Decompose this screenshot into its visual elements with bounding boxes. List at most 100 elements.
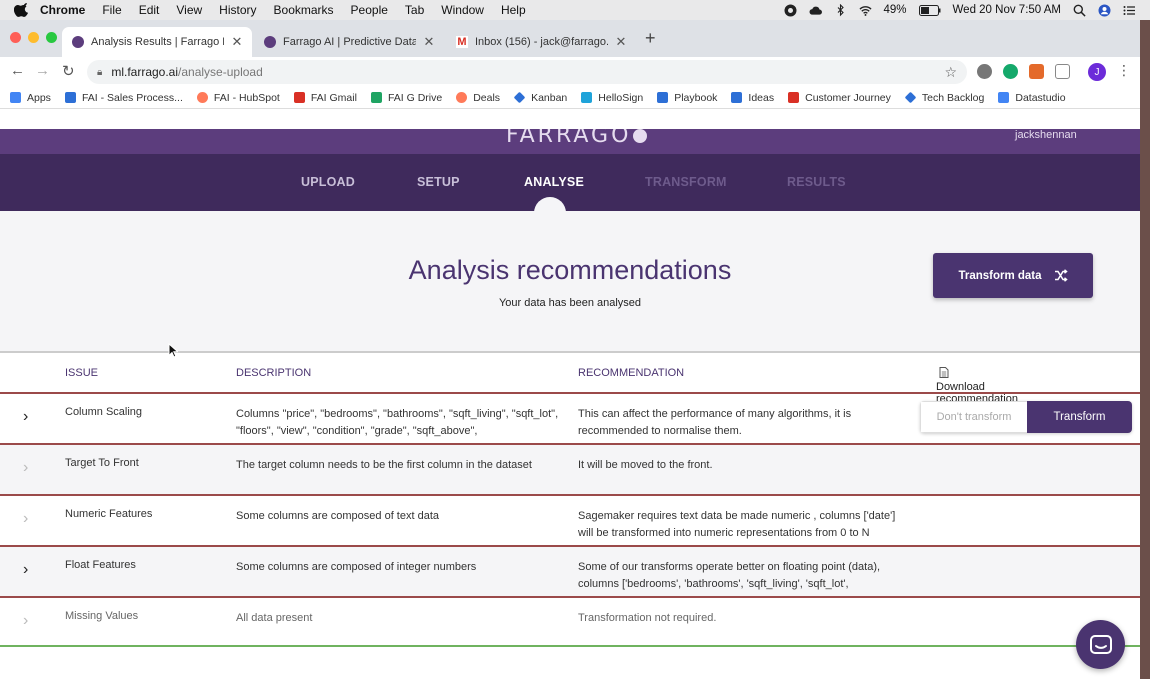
new-tab-icon[interactable]: + — [645, 28, 656, 49]
table-row[interactable]: › Float Features Some columns are compos… — [0, 545, 1140, 596]
bookmark-gmail[interactable]: FAI Gmail — [293, 92, 357, 104]
notification-center-icon[interactable] — [1123, 4, 1136, 17]
menu-window[interactable]: Window — [441, 3, 484, 17]
table-row[interactable]: › Numeric Features Some columns are comp… — [0, 494, 1140, 545]
close-tab-icon[interactable]: ✕ — [230, 34, 244, 50]
description-cell: The target column needs to be the first … — [236, 459, 532, 471]
logo-text: FARRAGO — [506, 129, 632, 148]
macos-menu-bar: Chrome File Edit View History Bookmarks … — [0, 0, 1150, 20]
transform-button[interactable]: Transform — [1027, 401, 1132, 433]
apps-grid-icon — [10, 92, 21, 103]
step-results: RESULTS — [787, 175, 846, 189]
bookmark-kanban[interactable]: Kanban — [513, 92, 567, 104]
issue-cell: Numeric Features — [65, 508, 153, 520]
menu-help[interactable]: Help — [501, 3, 526, 17]
expand-chevron-icon[interactable]: › — [23, 459, 28, 477]
record-icon[interactable] — [784, 4, 797, 17]
table-row[interactable]: › Missing Values All data present Transf… — [0, 596, 1140, 647]
lock-icon[interactable]: 🔒︎ — [97, 67, 102, 78]
recommendation-cell: It will be moved to the front. — [578, 459, 713, 471]
bookmark-hellosign[interactable]: HelloSign — [581, 92, 643, 104]
close-window-button[interactable] — [10, 32, 21, 43]
column-header-description: DESCRIPTION — [236, 367, 312, 379]
chat-launcher-button[interactable] — [1076, 620, 1125, 669]
table-row[interactable]: › Column Scaling Columns "price", "bedro… — [0, 392, 1140, 443]
menu-file[interactable]: File — [102, 3, 121, 17]
extension-hubspot-icon[interactable] — [1029, 64, 1044, 79]
step-analyse[interactable]: ANALYSE — [524, 175, 584, 189]
expand-chevron-icon[interactable]: › — [23, 510, 28, 528]
bluetooth-icon[interactable] — [834, 3, 847, 17]
shuffle-icon — [1054, 269, 1068, 282]
url-path: /analyse-upload — [178, 65, 263, 79]
close-tab-icon[interactable]: ✕ — [422, 34, 436, 50]
reload-icon[interactable]: ↻ — [62, 62, 75, 80]
wifi-icon[interactable] — [858, 4, 872, 17]
menu-tab[interactable]: Tab — [405, 3, 424, 17]
table-row[interactable]: › Target To Front The target column need… — [0, 443, 1140, 494]
apple-icon[interactable] — [14, 3, 28, 17]
bookmark-tech-backlog[interactable]: Tech Backlog — [904, 92, 984, 104]
more-menu-icon[interactable]: ⋮ — [1117, 62, 1131, 79]
bookmark-deals[interactable]: Deals — [456, 92, 500, 104]
menu-history[interactable]: History — [219, 3, 256, 17]
bookmark-datastudio[interactable]: Datastudio — [998, 92, 1066, 104]
menu-bookmarks[interactable]: Bookmarks — [274, 3, 334, 17]
farrago-logo[interactable]: FARRAGO — [506, 129, 648, 148]
clock[interactable]: Wed 20 Nov 7:50 AM — [953, 4, 1061, 16]
forward-arrow-icon[interactable]: → — [35, 62, 50, 79]
tab-gmail-inbox[interactable]: M Inbox (156) - jack@farrago.ai - F ✕ — [446, 27, 636, 57]
logo-mark-icon — [633, 129, 648, 143]
user-name[interactable]: jackshennan — [1015, 129, 1077, 141]
expand-chevron-icon[interactable]: › — [23, 561, 28, 579]
workflow-steps: UPLOAD SETUP ANALYSE TRANSFORM RESULTS — [0, 154, 1140, 229]
column-header-issue: ISSUE — [65, 367, 99, 379]
menu-edit[interactable]: Edit — [139, 3, 160, 17]
bookmark-sales-process[interactable]: FAI - Sales Process... — [64, 92, 183, 104]
user-account-icon[interactable] — [1098, 4, 1111, 17]
bookmark-ideas[interactable]: Ideas — [731, 92, 774, 104]
browser-toolbar: ← → ↻ 🔒︎ ml.farrago.ai/analyse-upload ☆ … — [0, 57, 1140, 87]
bookmark-star-icon[interactable]: ☆ — [944, 64, 957, 81]
bookmark-playbook[interactable]: Playbook — [657, 92, 717, 104]
tab-analysis-results[interactable]: Analysis Results | Farrago ML ✕ — [62, 27, 252, 57]
bookmark-customer-journey[interactable]: Customer Journey — [788, 92, 891, 104]
menu-app-name[interactable]: Chrome — [40, 3, 85, 17]
battery-icon[interactable] — [918, 4, 941, 16]
issue-cell: Target To Front — [65, 457, 139, 469]
gmail-icon — [293, 92, 305, 103]
document-icon — [939, 367, 949, 378]
bookmark-gdrive[interactable]: FAI G Drive — [370, 92, 442, 104]
farrago-favicon-icon — [264, 36, 276, 48]
extension-shield-icon[interactable] — [1055, 64, 1070, 79]
menu-view[interactable]: View — [176, 3, 202, 17]
close-tab-icon[interactable]: ✕ — [614, 34, 628, 50]
zoom-window-button[interactable] — [46, 32, 57, 43]
step-upload[interactable]: UPLOAD — [301, 175, 355, 189]
profile-avatar[interactable]: J — [1088, 63, 1106, 81]
expand-chevron-icon[interactable]: › — [23, 408, 28, 426]
tab-farrago-ai[interactable]: Farrago AI | Predictive Data Mod ✕ — [254, 27, 444, 57]
description-cell: Some columns are composed of integer num… — [236, 561, 477, 573]
mouse-cursor-icon — [168, 343, 178, 358]
grammarly-icon[interactable] — [1003, 64, 1018, 79]
extension-cloud-icon[interactable] — [977, 64, 992, 79]
issue-cell: Missing Values — [65, 610, 139, 622]
transform-data-button[interactable]: Transform data — [933, 253, 1093, 298]
dont-transform-button[interactable]: Don't transform — [920, 401, 1027, 433]
cloud-icon[interactable] — [809, 4, 822, 17]
minimize-window-button[interactable] — [28, 32, 39, 43]
menu-people[interactable]: People — [351, 3, 388, 17]
spotlight-search-icon[interactable] — [1073, 4, 1086, 17]
bookmark-apps[interactable]: Apps — [10, 92, 51, 104]
expand-chevron-icon[interactable]: › — [23, 612, 28, 630]
back-arrow-icon[interactable]: ← — [10, 62, 25, 79]
bookmark-hubspot[interactable]: FAI - HubSpot — [196, 92, 280, 104]
recommendation-cell: Transformation not required. — [578, 612, 717, 624]
download-report-link[interactable]: Download recommendation report — [936, 367, 1018, 417]
column-header-recommendation: RECOMMENDATION — [578, 367, 685, 379]
address-bar[interactable]: 🔒︎ ml.farrago.ai/analyse-upload ☆ — [87, 60, 967, 84]
step-setup[interactable]: SETUP — [417, 175, 460, 189]
x-logo-icon — [731, 92, 743, 103]
bookmark-label: Customer Journey — [805, 91, 891, 104]
